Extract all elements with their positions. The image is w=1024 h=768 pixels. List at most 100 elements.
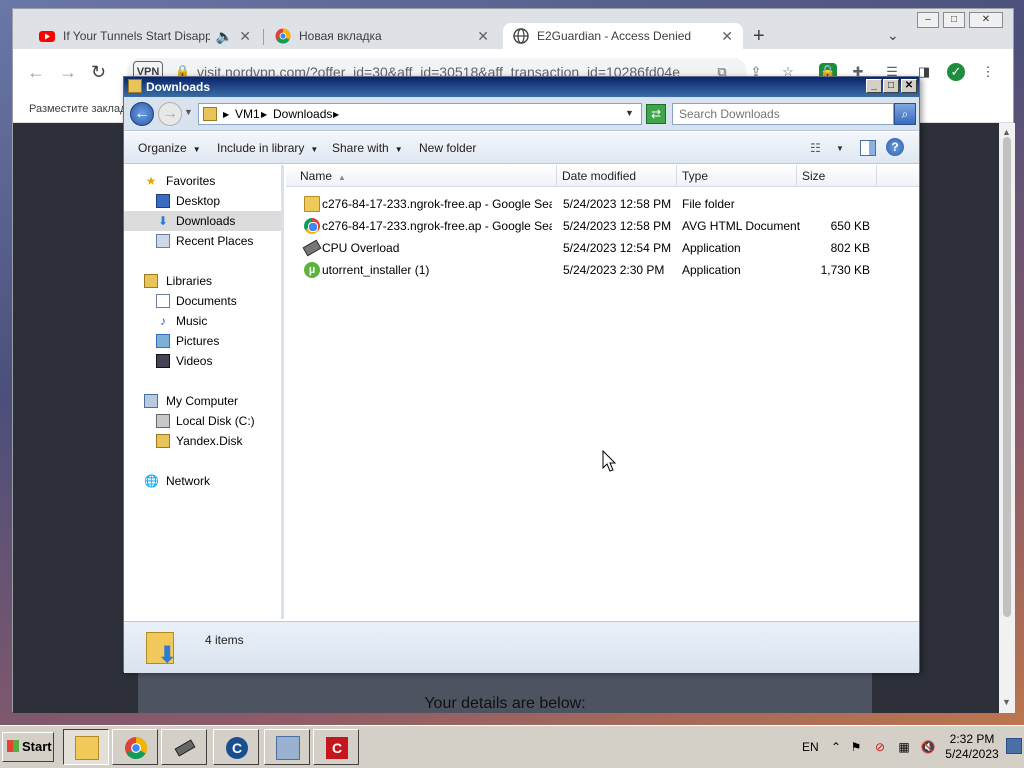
computer-icon: [144, 394, 158, 408]
file-row[interactable]: c276-84-17-233.ngrok-free.ap - Google Se…: [286, 193, 919, 215]
chevron-right-icon[interactable]: ▶: [333, 110, 339, 119]
share-with-button[interactable]: Share with ▼: [332, 141, 403, 155]
column-header-size[interactable]: Size: [797, 165, 877, 187]
chevron-right-icon[interactable]: ▶: [223, 110, 229, 119]
column-header-date[interactable]: Date modified: [557, 165, 677, 187]
tab-new-tab[interactable]: Новая вкладка ✕: [265, 23, 499, 49]
nav-documents[interactable]: Documents: [124, 291, 281, 311]
minimize-button[interactable]: –: [917, 12, 939, 28]
address-dropdown-icon[interactable]: ▼: [625, 108, 634, 118]
caret-down-icon: ▼: [394, 145, 403, 154]
clock[interactable]: 2:32 PM 5/24/2023: [940, 732, 1004, 762]
nav-recent-places[interactable]: Recent Places: [124, 231, 281, 251]
show-hidden-icons-icon[interactable]: ⌃: [828, 739, 844, 755]
view-options-icon[interactable]: ☷: [810, 141, 821, 155]
nav-label: Downloads: [176, 214, 236, 228]
mute-icon[interactable]: 🔈: [216, 28, 233, 45]
organize-button[interactable]: Organize ▼: [138, 141, 201, 155]
history-dropdown-icon[interactable]: ▼: [184, 107, 193, 117]
search-box[interactable]: [672, 103, 894, 125]
tab-strip: If Your Tunnels Start Disappear 🔈 ✕ Нова…: [13, 9, 1013, 49]
file-row[interactable]: CPU Overload 5/24/2023 12:54 PM Applicat…: [286, 237, 919, 259]
file-row[interactable]: µ utorrent_installer (1) 5/24/2023 2:30 …: [286, 259, 919, 281]
maximize-button[interactable]: □: [883, 79, 899, 93]
forward-button[interactable]: →: [158, 102, 182, 126]
chevron-right-icon[interactable]: ▶: [261, 110, 267, 119]
close-button[interactable]: ✕: [901, 79, 917, 93]
nav-yandex-disk[interactable]: Yandex.Disk: [124, 431, 281, 451]
file-type: Application: [682, 241, 741, 255]
taskbar-explorer[interactable]: [63, 729, 109, 765]
search-input[interactable]: [679, 107, 879, 121]
share-label: Share with: [332, 141, 389, 155]
taskbar-cpu-overload[interactable]: [161, 729, 207, 765]
include-label: Include in library: [217, 141, 305, 155]
taskbar-app-red[interactable]: C: [313, 729, 359, 765]
include-in-library-button[interactable]: Include in library ▼: [217, 141, 318, 155]
nav-downloads[interactable]: ⬇ Downloads: [124, 211, 281, 231]
nav-network[interactable]: 🌐 Network: [124, 471, 281, 491]
preview-pane-icon[interactable]: [860, 140, 876, 156]
network-icon[interactable]: ▦: [896, 739, 912, 755]
chevron-down-icon[interactable]: ⌄: [887, 27, 899, 44]
search-icon[interactable]: ⌕: [894, 103, 916, 125]
scroll-up-icon[interactable]: ▲: [1002, 127, 1011, 137]
page-scrollbar[interactable]: ▲ ▼: [999, 123, 1015, 713]
new-folder-button[interactable]: New folder: [419, 141, 476, 155]
close-tab-icon[interactable]: ✕: [721, 28, 733, 45]
breadcrumb-downloads[interactable]: Downloads: [273, 107, 332, 121]
explorer-title-bar[interactable]: Downloads _ □ ✕: [124, 77, 919, 97]
file-type: AVG HTML Document: [682, 219, 801, 233]
column-header-type[interactable]: Type: [677, 165, 797, 187]
reload-icon[interactable]: ↻: [91, 62, 106, 83]
flag-icon[interactable]: ⚑: [848, 739, 864, 755]
pictures-icon: [156, 334, 170, 348]
scroll-down-icon[interactable]: ▼: [1002, 697, 1011, 707]
shield-check-icon[interactable]: ✓: [947, 63, 965, 81]
taskbar-ccleaner[interactable]: C: [213, 729, 259, 765]
svg-text:C: C: [232, 740, 242, 756]
nav-favorites[interactable]: ★ Favorites: [124, 171, 281, 191]
caret-down-icon[interactable]: ▼: [836, 144, 844, 153]
tab-youtube[interactable]: If Your Tunnels Start Disappear 🔈 ✕: [29, 23, 261, 49]
clock-time: 2:32 PM: [949, 732, 995, 746]
minimize-button[interactable]: _: [866, 79, 882, 93]
back-arrow-icon[interactable]: ←: [27, 62, 45, 83]
desktop-icon: [156, 194, 170, 208]
close-tab-icon[interactable]: ✕: [239, 28, 251, 45]
folder-icon: [304, 196, 320, 212]
nav-videos[interactable]: Videos: [124, 351, 281, 371]
nav-libraries[interactable]: Libraries: [124, 271, 281, 291]
show-desktop-icon[interactable]: [1006, 738, 1022, 754]
forward-arrow-icon[interactable]: →: [59, 62, 77, 83]
breadcrumb-vm1[interactable]: VM1: [235, 107, 260, 121]
maximize-button[interactable]: □: [943, 12, 965, 28]
refresh-button[interactable]: ⇄: [646, 104, 666, 124]
start-button[interactable]: Start: [2, 732, 54, 762]
help-icon[interactable]: ?: [886, 138, 904, 156]
back-button[interactable]: ←: [130, 102, 154, 126]
scroll-thumb[interactable]: [1003, 137, 1011, 617]
close-button[interactable]: ✕: [969, 12, 1003, 28]
nav-local-disk[interactable]: Local Disk (C:): [124, 411, 281, 431]
new-tab-icon[interactable]: +: [753, 25, 765, 48]
nav-my-computer[interactable]: My Computer: [124, 391, 281, 411]
volume-muted-icon[interactable]: 🔇: [920, 739, 936, 755]
menu-kebab-icon[interactable]: ⋮: [979, 63, 997, 81]
file-row[interactable]: c276-84-17-233.ngrok-free.ap - Google Se…: [286, 215, 919, 237]
nav-pictures[interactable]: Pictures: [124, 331, 281, 351]
breadcrumb[interactable]: ▶ VM1 ▶ Downloads ▶ ▼: [198, 103, 642, 125]
tab-title: E2Guardian - Access Denied: [537, 29, 692, 43]
app-red-icon: C: [326, 737, 348, 759]
column-label: Name: [300, 169, 333, 183]
nav-desktop[interactable]: Desktop: [124, 191, 281, 211]
close-tab-icon[interactable]: ✕: [477, 28, 489, 45]
nav-music[interactable]: ♪ Music: [124, 311, 281, 331]
security-alert-icon[interactable]: ⊘: [872, 739, 888, 755]
taskbar-chrome[interactable]: [112, 729, 158, 765]
column-header-name[interactable]: Name ▲: [286, 165, 557, 187]
tab-e2guardian[interactable]: E2Guardian - Access Denied ✕: [503, 23, 743, 49]
details-pane: ⬇ 4 items: [124, 621, 919, 673]
language-indicator[interactable]: EN: [802, 740, 819, 754]
taskbar-keyboard[interactable]: [264, 729, 310, 765]
